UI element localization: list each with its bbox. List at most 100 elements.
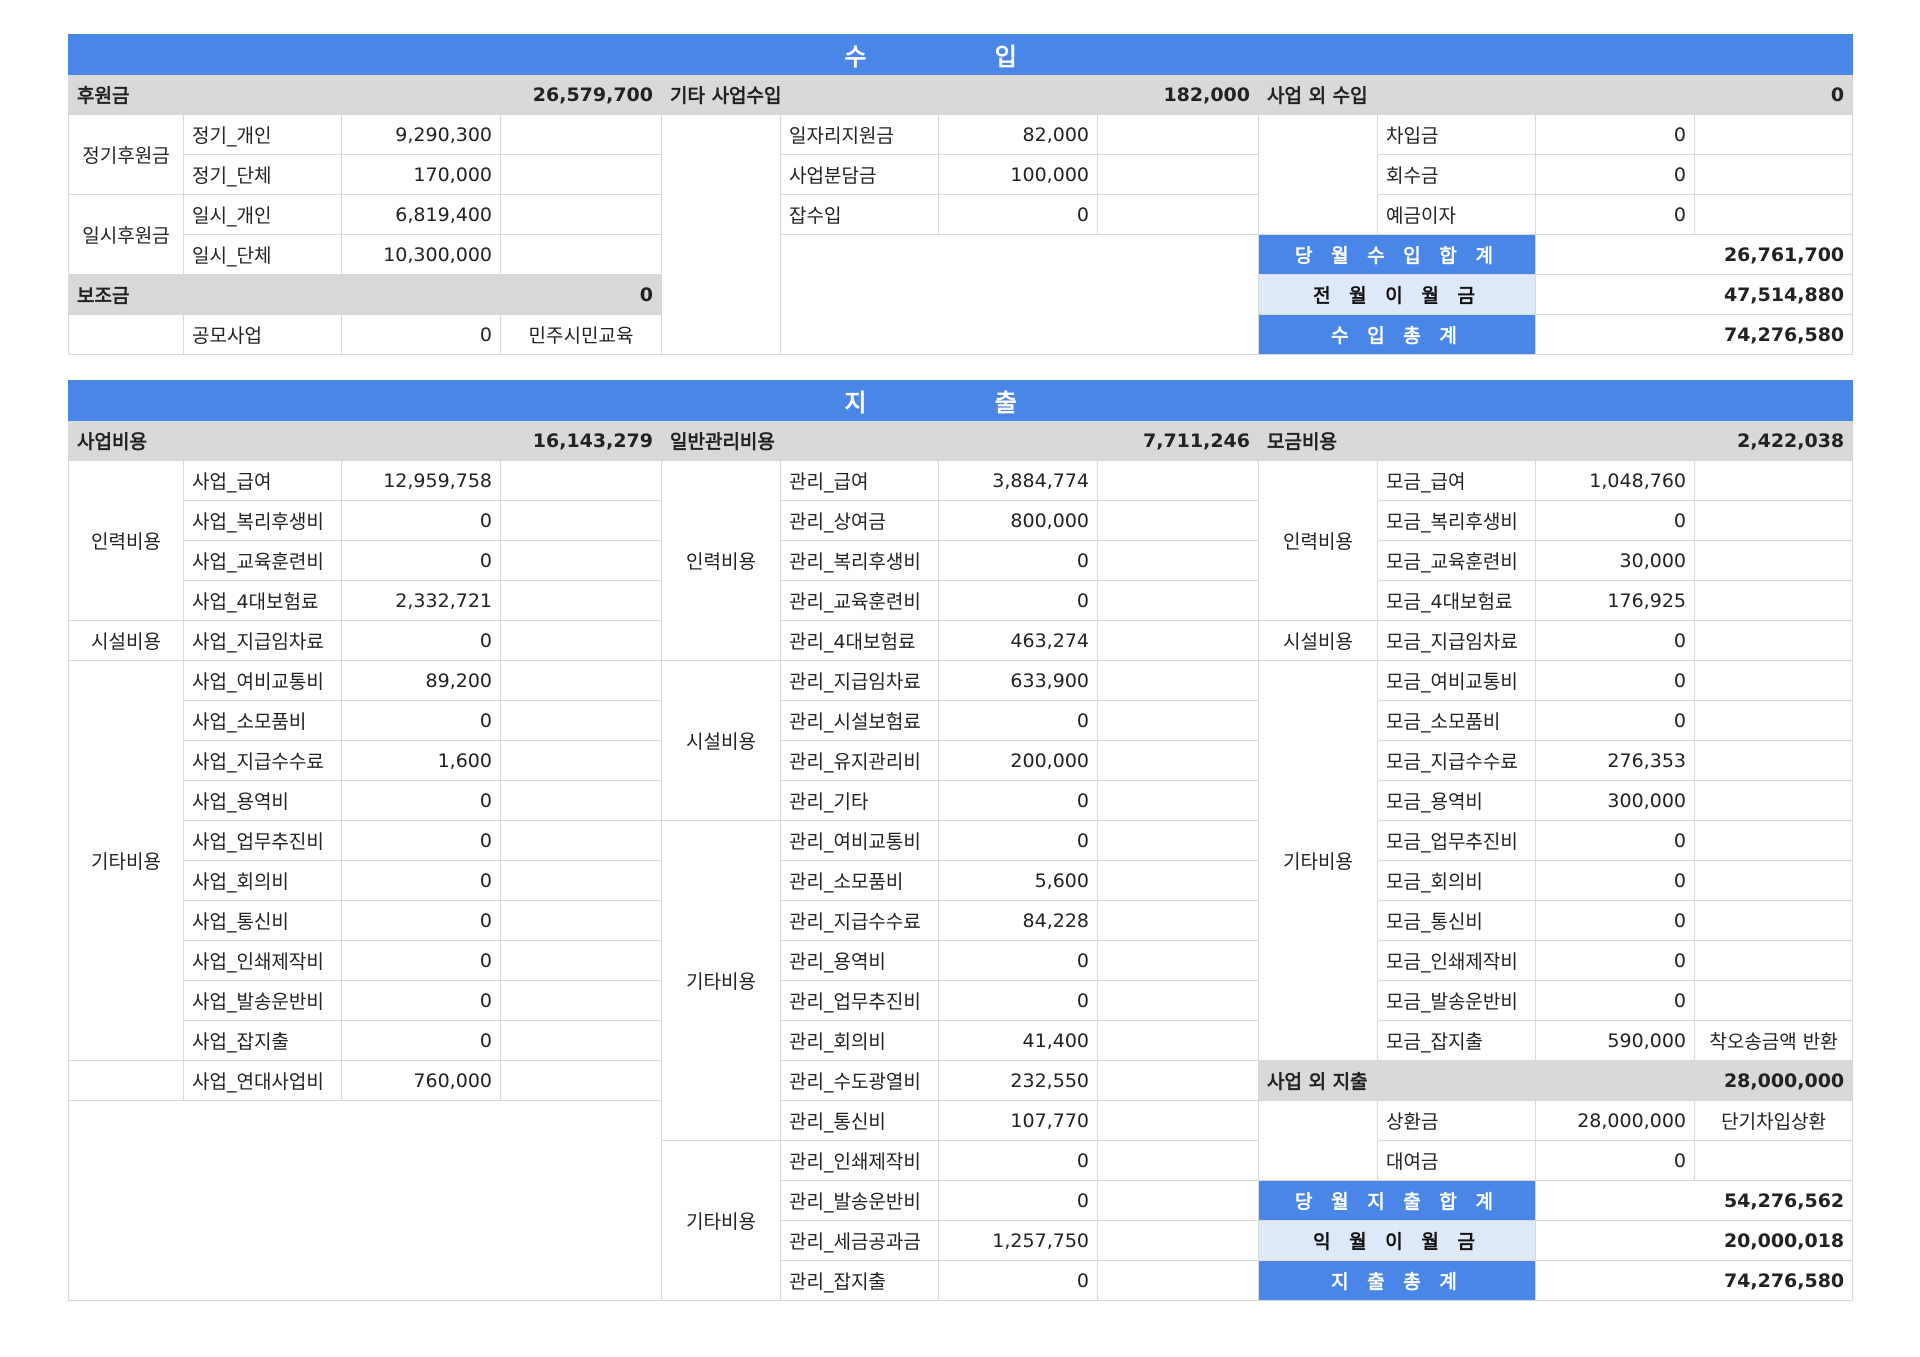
item-label: 사업_여비교통비 xyxy=(183,660,342,701)
item-value: 0 xyxy=(1535,700,1695,741)
note-cell xyxy=(500,660,662,701)
item-value: 0 xyxy=(341,540,501,581)
item-value: 590,000 xyxy=(1535,1020,1695,1061)
item-value: 10,300,000 xyxy=(341,234,501,275)
item-value: 170,000 xyxy=(341,154,501,195)
item-label: 예금이자 xyxy=(1377,194,1536,235)
non-business-income-label: 사업 외 수입 xyxy=(1258,74,1695,115)
item-value: 0 xyxy=(938,1260,1098,1301)
item-label: 사업_복리후생비 xyxy=(183,500,342,541)
item-value: 0 xyxy=(341,1020,501,1061)
item-value: 0 xyxy=(1535,500,1695,541)
admin-cost-total: 7,711,246 xyxy=(1097,420,1259,461)
expense-grand-total-value: 74,276,580 xyxy=(1534,1260,1854,1301)
item-label: 모금_발송운반비 xyxy=(1377,980,1536,1021)
item-value: 0 xyxy=(938,700,1098,741)
item-label: 관리_인쇄제작비 xyxy=(780,1140,939,1181)
note-cell xyxy=(1693,780,1854,821)
item-value: 200,000 xyxy=(938,740,1098,781)
item-value: 0 xyxy=(341,314,501,355)
item-label: 공모사업 xyxy=(183,314,342,355)
item-value: 0 xyxy=(341,860,501,901)
item-label: 사업_지급수수료 xyxy=(183,740,342,781)
item-value: 800,000 xyxy=(938,500,1098,541)
note-cell xyxy=(500,620,662,661)
item-label: 모금_회의비 xyxy=(1377,860,1536,901)
group-admin-facility: 시설비용 xyxy=(661,660,781,821)
monthly-expense-total-value: 54,276,562 xyxy=(1534,1180,1854,1221)
note-cell: 민주시민교육 xyxy=(500,314,662,355)
empty-cell xyxy=(661,114,781,355)
item-value: 1,048,760 xyxy=(1535,460,1695,501)
item-value: 0 xyxy=(341,940,501,981)
item-label: 관리_잡지출 xyxy=(780,1260,939,1301)
note-cell xyxy=(1097,114,1259,155)
item-label: 사업_용역비 xyxy=(183,780,342,821)
note-cell xyxy=(1097,700,1259,741)
item-value: 0 xyxy=(1535,900,1695,941)
item-value: 0 xyxy=(1535,620,1695,661)
note-cell xyxy=(500,740,662,781)
item-value: 9,290,300 xyxy=(341,114,501,155)
item-label: 관리_수도광열비 xyxy=(780,1060,939,1101)
item-value: 5,600 xyxy=(938,860,1098,901)
item-value: 760,000 xyxy=(341,1060,501,1101)
previous-month-carryover-value: 47,514,880 xyxy=(1534,274,1854,315)
note-cell xyxy=(1693,194,1854,235)
item-value: 0 xyxy=(341,620,501,661)
income-title: 수 입 xyxy=(67,34,1854,75)
item-value: 89,200 xyxy=(341,660,501,701)
group-business-other: 기타비용 xyxy=(68,660,184,1061)
item-label: 차입금 xyxy=(1377,114,1536,155)
item-label: 모금_소모품비 xyxy=(1377,700,1536,741)
note-cell xyxy=(1097,1140,1259,1181)
item-value: 0 xyxy=(1535,860,1695,901)
monthly-income-total-value: 26,761,700 xyxy=(1534,234,1854,275)
item-label: 관리_유지관리비 xyxy=(780,740,939,781)
item-label: 일시_개인 xyxy=(183,194,342,235)
item-value: 0 xyxy=(341,500,501,541)
item-value: 0 xyxy=(341,700,501,741)
item-label: 관리_지급수수료 xyxy=(780,900,939,941)
note-cell xyxy=(500,540,662,581)
group-onetime-sponsorship: 일시후원금 xyxy=(68,194,184,275)
expense-table: 지 출 사업비용 16,143,279 일반관리비용 7,711,246 모금비… xyxy=(67,380,1854,1301)
item-label: 모금_급여 xyxy=(1377,460,1536,501)
note-cell xyxy=(1693,980,1854,1021)
other-business-income-label: 기타 사업수입 xyxy=(661,74,1098,115)
note-cell xyxy=(1693,940,1854,981)
fundraising-cost-total: 2,422,038 xyxy=(1693,420,1854,461)
admin-cost-label: 일반관리비용 xyxy=(661,420,1098,461)
item-value: 0 xyxy=(341,820,501,861)
note-cell xyxy=(1097,580,1259,621)
note-cell xyxy=(1097,540,1259,581)
item-label: 사업_급여 xyxy=(183,460,342,501)
item-value: 0 xyxy=(938,820,1098,861)
item-label: 사업_발송운반비 xyxy=(183,980,342,1021)
note-cell xyxy=(1693,540,1854,581)
item-value: 0 xyxy=(1535,114,1695,155)
item-value: 0 xyxy=(938,540,1098,581)
item-label: 상환금 xyxy=(1377,1100,1536,1141)
note-cell xyxy=(1097,860,1259,901)
item-label: 관리_용역비 xyxy=(780,940,939,981)
item-value: 0 xyxy=(1535,940,1695,981)
income-grand-total-value: 74,276,580 xyxy=(1534,314,1854,355)
note-cell xyxy=(1693,580,1854,621)
note-cell xyxy=(500,700,662,741)
item-label: 대여금 xyxy=(1377,1140,1536,1181)
note-cell: 착오송금액 반환 xyxy=(1693,1020,1854,1061)
note-cell xyxy=(500,154,662,195)
item-value: 300,000 xyxy=(1535,780,1695,821)
item-value: 2,332,721 xyxy=(341,580,501,621)
note-cell xyxy=(1097,740,1259,781)
note-cell xyxy=(1097,780,1259,821)
next-month-carryover-value: 20,000,018 xyxy=(1534,1220,1854,1261)
other-business-income-total: 182,000 xyxy=(1097,74,1259,115)
note-cell xyxy=(1097,1180,1259,1221)
note-cell xyxy=(1693,114,1854,155)
note-cell xyxy=(1693,740,1854,781)
item-value: 100,000 xyxy=(938,154,1098,195)
item-value: 3,884,774 xyxy=(938,460,1098,501)
item-label: 관리_통신비 xyxy=(780,1100,939,1141)
